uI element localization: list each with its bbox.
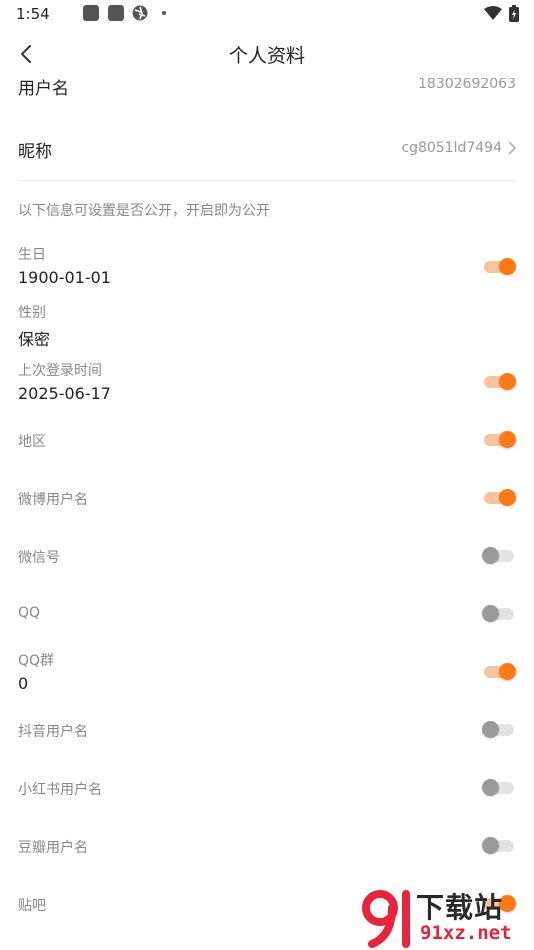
username-value: 18302692063 <box>418 76 516 92</box>
watermark-bottom-text: 91xz.net <box>420 922 512 944</box>
site-watermark: 下载站 91xz.net <box>360 886 534 950</box>
chevron-right-icon <box>508 141 516 155</box>
title-bar-overlay: 个人资料 <box>0 28 534 78</box>
status-bar: 1:54 <box>0 0 534 28</box>
nickname-row[interactable]: 昵称 cg8051ld7494 <box>18 134 516 164</box>
notification-app-icon <box>108 5 124 21</box>
notification-app-icon <box>83 5 99 21</box>
qq-group-value: 0 <box>18 674 29 693</box>
qq-group-public-toggle[interactable] <box>482 662 516 682</box>
birthday-value: 1900-01-01 <box>18 268 111 287</box>
nickname-label: 昵称 <box>18 142 52 162</box>
last-login-value: 2025-06-17 <box>18 384 111 403</box>
wechat-label: 微信号 <box>18 550 60 566</box>
divider <box>18 180 516 181</box>
birthday-label: 生日 <box>18 247 46 263</box>
page-title: 个人资料 <box>228 45 305 67</box>
weibo-label: 微博用户名 <box>18 492 88 508</box>
last-login-public-toggle[interactable] <box>482 372 516 392</box>
tieba-label: 贴吧 <box>18 898 46 914</box>
douban-label: 豆瓣用户名 <box>18 840 88 856</box>
watermark-top-text: 下载站 <box>416 891 504 924</box>
qq-public-toggle[interactable] <box>482 604 516 624</box>
battery-icon <box>509 5 519 22</box>
xiaohongshu-public-toggle[interactable] <box>482 778 516 798</box>
status-time: 1:54 <box>16 5 50 23</box>
gender-value: 保密 <box>18 330 51 349</box>
more-notifications-dot-icon <box>162 11 166 15</box>
privacy-hint: 以下信息可设置是否公开，开启即为公开 <box>18 203 270 219</box>
douban-public-toggle[interactable] <box>482 836 516 856</box>
wifi-icon <box>484 6 502 20</box>
region-label: 地区 <box>18 434 46 450</box>
nickname-value: cg8051ld7494 <box>401 140 502 156</box>
qq-group-label: QQ群 <box>18 653 55 669</box>
region-public-toggle[interactable] <box>482 430 516 450</box>
last-login-label: 上次登录时间 <box>18 363 102 379</box>
watermark-logo-icon <box>362 890 410 948</box>
notification-aperture-icon <box>132 5 148 21</box>
wechat-public-toggle[interactable] <box>482 546 516 566</box>
weibo-public-toggle[interactable] <box>482 488 516 508</box>
qq-label: QQ <box>18 605 41 621</box>
gender-label: 性别 <box>18 305 46 321</box>
xiaohongshu-label: 小红书用户名 <box>18 782 102 798</box>
birthday-public-toggle[interactable] <box>482 257 516 277</box>
douyin-public-toggle[interactable] <box>482 720 516 740</box>
douyin-label: 抖音用户名 <box>18 724 88 740</box>
